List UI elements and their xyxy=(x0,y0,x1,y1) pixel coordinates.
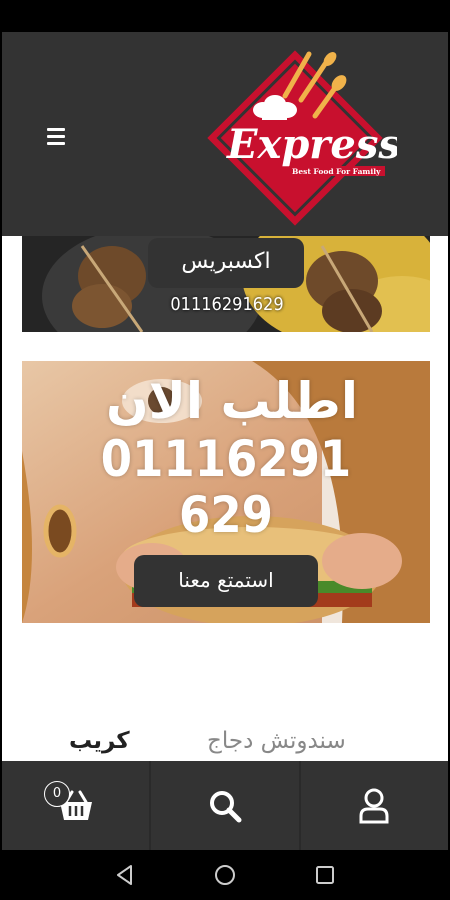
back-icon[interactable] xyxy=(113,863,137,887)
search-icon xyxy=(209,790,242,822)
recents-icon[interactable] xyxy=(313,863,337,887)
user-icon xyxy=(359,788,389,823)
cart-nav-item[interactable]: 0 xyxy=(2,761,152,850)
tab-crepe[interactable]: كريب xyxy=(69,728,130,754)
bottom-navigation: 0 xyxy=(2,761,448,850)
app-header: Express Best Food For Family xyxy=(2,32,448,236)
search-nav-item[interactable] xyxy=(151,761,301,850)
promo-phone: 01116291629 xyxy=(170,294,284,315)
app-screen: Express Best Food For Family اكسبريس 011… xyxy=(2,32,448,850)
status-bar xyxy=(0,0,450,32)
tab-chicken-sandwich[interactable]: سندوتش دجاج xyxy=(207,728,346,754)
enjoy-with-us-button[interactable]: استمتع معنا xyxy=(134,555,318,607)
system-navigation-bar xyxy=(0,850,450,900)
order-phone-number: 01116291629 xyxy=(100,430,352,544)
promo-title: اكسبريس xyxy=(148,238,304,288)
express-promo-banner[interactable]: اكسبريس 01116291629 xyxy=(22,236,430,332)
account-nav-item[interactable] xyxy=(301,761,448,850)
svg-text:Express: Express xyxy=(226,121,397,168)
svg-text:Best Food For Family: Best Food For Family xyxy=(292,167,381,176)
menu-icon[interactable] xyxy=(44,124,68,148)
order-now-headline: اطلب الان xyxy=(105,372,359,430)
home-icon[interactable] xyxy=(213,863,237,887)
express-logo[interactable]: Express Best Food For Family xyxy=(197,40,397,230)
order-now-banner[interactable]: اطلب الان 01116291629 استمتع معنا xyxy=(22,361,430,623)
cart-count-badge: 0 xyxy=(44,781,70,807)
